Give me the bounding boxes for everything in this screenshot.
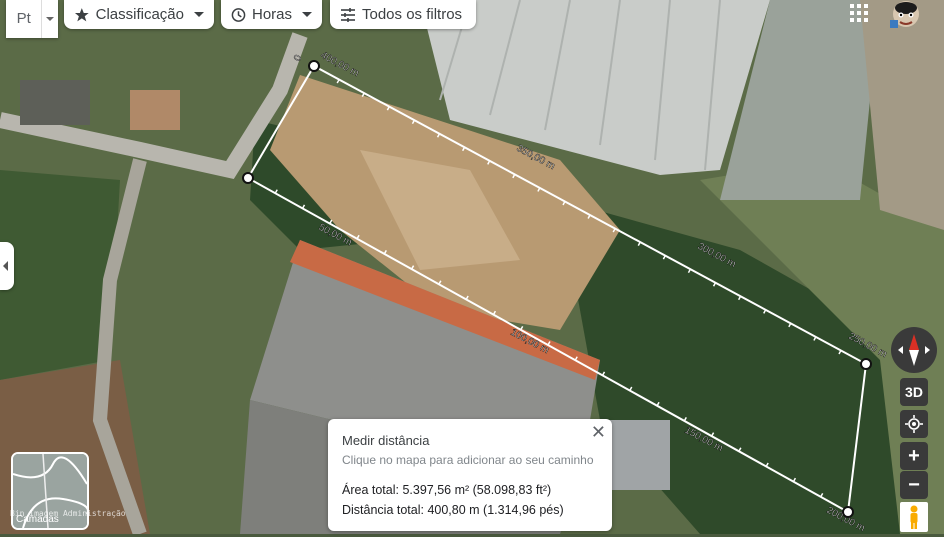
close-icon[interactable]: ✕ — [591, 422, 606, 443]
chevron-left-icon — [3, 261, 8, 271]
avatar[interactable] — [886, 0, 926, 30]
rating-filter-label: Classificação — [95, 6, 184, 23]
vertex-handle[interactable] — [842, 506, 854, 518]
zoom-in-button[interactable]: + — [900, 442, 928, 470]
measure-distance-panel: Medir distância Clique no mapa para adic… — [328, 419, 612, 531]
vertex-handle[interactable] — [308, 60, 320, 72]
total-area: Área total: 5.397,56 m² (58.098,83 ft²) — [342, 483, 552, 497]
panel-hint: Clique no mapa para adicionar ao seu cam… — [342, 453, 594, 467]
chevron-down-icon — [302, 12, 312, 17]
crosshair-icon — [905, 415, 923, 433]
apps-grid-icon[interactable] — [850, 4, 868, 22]
compass-button[interactable] — [890, 326, 938, 374]
layers-minimap-button[interactable]: Camadas — [11, 452, 89, 530]
all-filters-label: Todos os filtros — [362, 6, 463, 23]
clock-icon — [231, 7, 246, 22]
sliders-icon — [341, 7, 355, 22]
hours-filter-label: Horas — [251, 6, 292, 23]
star-icon — [74, 7, 89, 21]
chevron-down-icon — [42, 17, 58, 21]
chevron-down-icon — [194, 12, 204, 17]
zoom-out-button[interactable]: − — [900, 471, 928, 499]
street-view-pegman[interactable] — [900, 502, 928, 532]
hours-filter-button[interactable]: Horas — [221, 0, 322, 29]
my-location-button[interactable] — [900, 410, 928, 438]
panel-title: Medir distância — [342, 433, 430, 448]
map-attribution: Bin Imagem Administração — [10, 509, 126, 518]
all-filters-button[interactable]: Todos os filtros — [330, 0, 476, 29]
pegman-icon — [910, 505, 918, 529]
rating-filter-button[interactable]: Classificação — [64, 0, 214, 29]
total-distance: Distância total: 400,80 m (1.314,96 pés) — [342, 503, 564, 517]
3d-toggle-button[interactable]: 3D — [900, 378, 928, 406]
vertex-handle[interactable] — [860, 358, 872, 370]
distance-type-label: Pt — [6, 0, 43, 38]
distance-type-selector[interactable]: Pt — [6, 0, 58, 38]
collapse-side-panel-button[interactable] — [0, 242, 14, 290]
vertex-handle[interactable] — [242, 172, 254, 184]
